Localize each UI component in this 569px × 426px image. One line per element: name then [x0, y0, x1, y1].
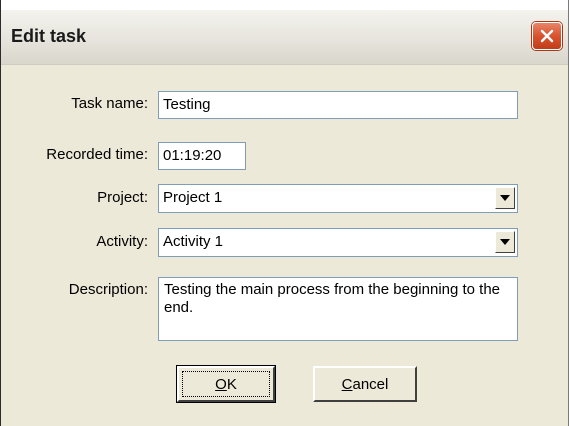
description-textarea[interactable]: Testing the main process from the beginn… [158, 277, 518, 341]
close-icon [540, 29, 554, 43]
task-name-input[interactable]: Testing [158, 91, 518, 119]
project-select[interactable]: Project 1 [158, 184, 518, 213]
activity-label: Activity: [96, 233, 148, 250]
edit-task-dialog: Edit task Task name: Testing Recorded ti… [0, 0, 569, 426]
cancel-button[interactable]: Cancel [313, 366, 417, 402]
close-button[interactable] [532, 22, 562, 50]
description-label: Description: [68, 281, 148, 298]
recorded-time-value: 01:19:20 [163, 147, 222, 164]
activity-selected-value: Activity 1 [163, 233, 224, 250]
chevron-down-icon [500, 195, 510, 201]
ok-button-label: OK [215, 375, 237, 393]
description-value: Testing the main process from the beginn… [164, 281, 501, 316]
recorded-time-input[interactable]: 01:19:20 [158, 142, 246, 170]
project-selected-value: Project 1 [163, 189, 223, 206]
ok-button[interactable]: OK [177, 366, 275, 402]
window-top-edge [1, 0, 568, 10]
activity-dropdown-button[interactable] [495, 231, 515, 253]
dialog-title: Edit task [11, 26, 87, 46]
recorded-time-label: Recorded time: [46, 146, 148, 163]
cancel-button-label: Cancel [341, 375, 389, 393]
title-bar[interactable]: Edit task [1, 10, 568, 65]
task-name-value: Testing [163, 96, 211, 113]
chevron-down-icon [500, 239, 510, 245]
project-dropdown-button[interactable] [495, 187, 515, 209]
task-name-label: Task name: [71, 95, 148, 112]
project-label: Project: [97, 189, 148, 206]
activity-select[interactable]: Activity 1 [158, 228, 518, 257]
